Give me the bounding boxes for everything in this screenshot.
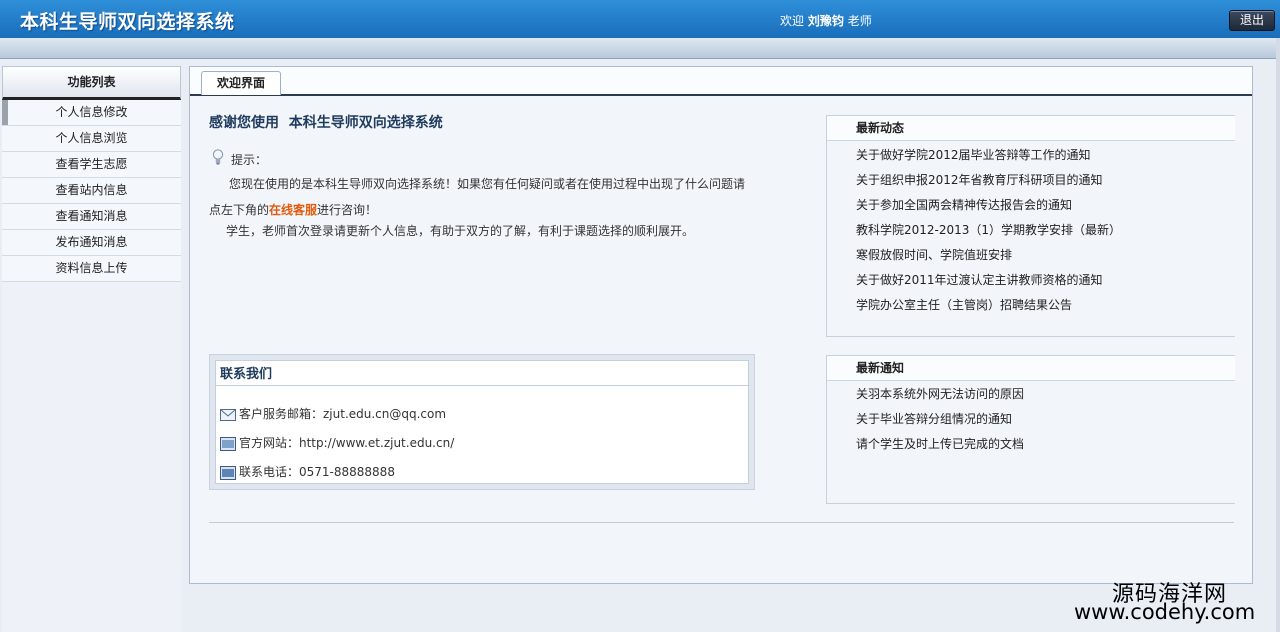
user-role: 老师: [847, 14, 872, 28]
contact-website: 官方网站：http://www.et.zjut.edu.cn/: [239, 436, 455, 450]
news-item[interactable]: 关于做好学院2012届毕业答辩等工作的通知: [827, 143, 1235, 168]
news-item[interactable]: 寒假放假时间、学院值班安排: [827, 243, 1235, 268]
contact-inner: 联系我们 客户服务邮箱：zjut.edu.cn@qq.com 官方网站：http…: [215, 360, 749, 484]
main-panel: 欢迎界面 感谢您使用 本科生导师双向选择系统 提示： 您现在使用的是本科生导师双…: [189, 66, 1253, 584]
notice-item[interactable]: 请个学生及时上传已完成的文档: [827, 432, 1235, 457]
tip-text-after: 进行咨询！: [317, 203, 378, 217]
tip-label: 提示：: [212, 149, 268, 168]
news-item[interactable]: 关于组织申报2012年省教育厅科研项目的通知: [827, 168, 1235, 193]
sidebar-item-student-preferences[interactable]: 查看学生志愿: [2, 152, 181, 178]
news-item[interactable]: 关于做好2011年过渡认定主讲教师资格的通知: [827, 268, 1235, 293]
phone-icon: [220, 465, 236, 480]
notice-item[interactable]: 关羽本系统外网无法访问的原因: [827, 382, 1235, 407]
bottom-divider: [209, 522, 1234, 523]
contact-box: 联系我们 客户服务邮箱：zjut.edu.cn@qq.com 官方网站：http…: [209, 354, 755, 490]
sidebar-item-edit-profile[interactable]: 个人信息修改: [2, 100, 181, 126]
top-header: 本科生导师双向选择系统 欢迎 刘豫钧 老师 退出: [0, 0, 1280, 38]
sidebar-item-publish-notice[interactable]: 发布通知消息: [2, 230, 181, 256]
welcome-prefix: 欢迎: [780, 14, 805, 28]
latest-notices-list: 关羽本系统外网无法访问的原因 关于毕业答辩分组情况的通知 请个学生及时上传已完成…: [827, 381, 1235, 457]
welcome-heading: 感谢您使用 本科生导师双向选择系统: [209, 115, 443, 131]
sidebar-item-site-messages[interactable]: 查看站内信息: [2, 178, 181, 204]
logout-button[interactable]: 退出: [1229, 10, 1275, 31]
watermark-url: www.codehy.com: [1074, 600, 1256, 624]
news-item[interactable]: 关于参加全国两会精神传达报告会的通知: [827, 193, 1235, 218]
contact-title: 联系我们: [216, 361, 748, 386]
sidebar-item-upload-files[interactable]: 资料信息上传: [2, 256, 181, 282]
tab-strip: 欢迎界面: [190, 67, 1252, 96]
contact-phone-row: 联系电话：0571-88888888: [220, 463, 395, 481]
tip-text-2: 学生，老师首次登录请更新个人信息，有助于双方的了解，有利于课题选择的顺利展开。: [226, 224, 695, 238]
sidebar: 功能列表 个人信息修改 个人信息浏览 查看学生志愿 查看站内信息 查看通知消息 …: [2, 66, 181, 632]
envelope-icon: [220, 408, 236, 421]
contact-email-row: 客户服务邮箱：zjut.edu.cn@qq.com: [220, 405, 446, 423]
contact-website-row: 官方网站：http://www.et.zjut.edu.cn/: [220, 434, 454, 452]
sidebar-title: 功能列表: [2, 66, 181, 100]
online-service-link[interactable]: 在线客服: [269, 203, 317, 217]
contact-phone: 联系电话：0571-88888888: [239, 465, 395, 479]
sidebar-item-view-notices[interactable]: 查看通知消息: [2, 204, 181, 230]
news-item[interactable]: 学院办公室主任（主管岗）招聘结果公告: [827, 293, 1235, 318]
tab-welcome[interactable]: 欢迎界面: [201, 71, 281, 95]
sidebar-menu: 个人信息修改 个人信息浏览 查看学生志愿 查看站内信息 查看通知消息 发布通知消…: [2, 100, 181, 282]
tip-label-text: 提示：: [231, 153, 268, 167]
user-name: 刘豫钧: [807, 14, 844, 28]
sidebar-item-view-profile[interactable]: 个人信息浏览: [2, 126, 181, 152]
notice-item[interactable]: 关于毕业答辩分组情况的通知: [827, 407, 1235, 432]
latest-news-title: 最新动态: [827, 116, 1235, 141]
right-edge: [1276, 38, 1280, 632]
tip-text: 您现在使用的是本科生导师双向选择系统！如果您有任何疑问或者在使用过程中出现了什么…: [209, 171, 754, 223]
sub-header-bar: [0, 38, 1280, 59]
lightbulb-icon: [212, 149, 224, 165]
latest-notices-title: 最新通知: [827, 356, 1235, 381]
news-item[interactable]: 教科学院2012-2013（1）学期教学安排（最新）: [827, 218, 1235, 243]
welcome-text: 欢迎 刘豫钧 老师: [780, 12, 872, 29]
website-icon: [220, 436, 236, 451]
contact-email: 客户服务邮箱：zjut.edu.cn@qq.com: [239, 407, 447, 421]
latest-news-box: 最新动态 关于做好学院2012届毕业答辩等工作的通知 关于组织申报2012年省教…: [826, 115, 1235, 337]
app-title: 本科生导师双向选择系统: [20, 11, 235, 33]
latest-notices-box: 最新通知 关羽本系统外网无法访问的原因 关于毕业答辩分组情况的通知 请个学生及时…: [826, 355, 1235, 504]
latest-news-list: 关于做好学院2012届毕业答辩等工作的通知 关于组织申报2012年省教育厅科研项…: [827, 141, 1235, 318]
